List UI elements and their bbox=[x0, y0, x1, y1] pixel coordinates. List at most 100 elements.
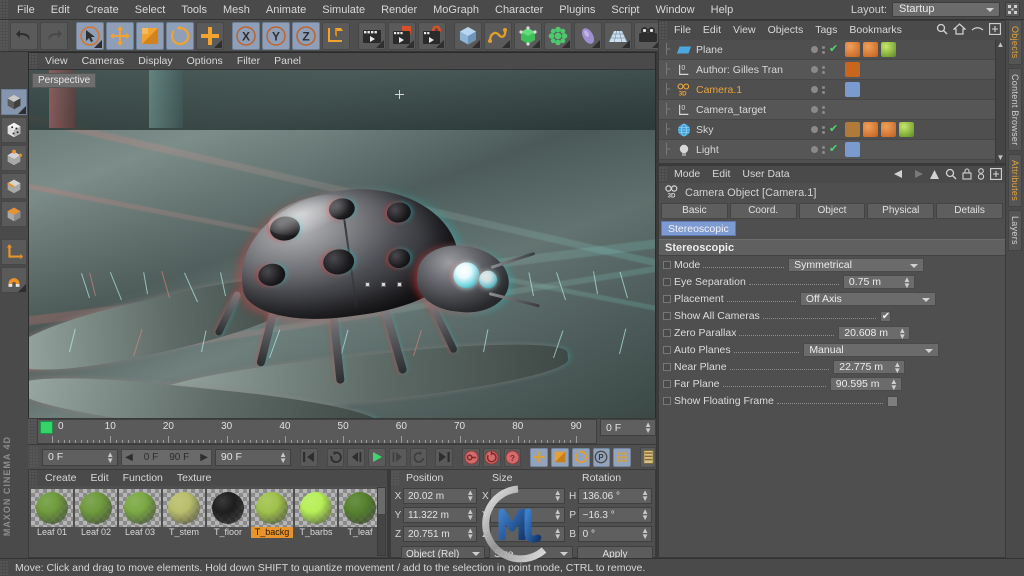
attribute-menu-mode[interactable]: Mode bbox=[668, 166, 706, 183]
play-icon[interactable] bbox=[368, 447, 386, 467]
viewport-menu-filter[interactable]: Filter bbox=[230, 53, 267, 70]
coordinate-spinner[interactable]: ▲ ▼ bbox=[554, 508, 562, 522]
object-menu-edit[interactable]: Edit bbox=[697, 21, 727, 40]
menu-help[interactable]: Help bbox=[703, 0, 742, 20]
property-anim-toggle[interactable] bbox=[663, 278, 671, 286]
axis-y-button[interactable]: Y bbox=[262, 21, 290, 50]
coordinates-gripper[interactable] bbox=[391, 471, 400, 485]
object-row[interactable]: ├ 0 Author: Gilles Tran bbox=[659, 60, 1005, 80]
home-tag[interactable] bbox=[845, 62, 860, 77]
object-visibility-dots[interactable] bbox=[811, 105, 825, 114]
coordinate-value-field[interactable]: 136.06 ° ▲ ▼ bbox=[577, 488, 652, 504]
material-menu-create[interactable]: Create bbox=[38, 470, 84, 486]
material-tag[interactable] bbox=[845, 42, 860, 57]
target-tag[interactable] bbox=[845, 142, 860, 157]
menu-simulate[interactable]: Simulate bbox=[314, 0, 373, 20]
menu-window[interactable]: Window bbox=[648, 0, 703, 20]
object-scrollbar[interactable]: ▲ ▼ bbox=[995, 40, 1005, 163]
object-row[interactable]: ├ 0 Camera_target bbox=[659, 100, 1005, 120]
coordinate-value-field[interactable]: ▲ ▼ bbox=[490, 507, 565, 523]
selection-handle[interactable] bbox=[397, 282, 402, 287]
menu-animate[interactable]: Animate bbox=[258, 0, 314, 20]
coordinate-value-field[interactable]: −16.3 ° ▲ ▼ bbox=[577, 507, 652, 523]
coordinate-value-field[interactable]: 20.751 m ▲ ▼ bbox=[403, 526, 478, 542]
end-frame-spinner[interactable]: ▲ ▼ bbox=[279, 450, 287, 464]
coordinate-spinner[interactable]: ▲ ▼ bbox=[466, 508, 474, 522]
axis-z-button[interactable]: Z bbox=[292, 21, 320, 50]
statusbar-gripper[interactable] bbox=[0, 560, 9, 575]
visible-check-icon[interactable]: ✔ bbox=[829, 144, 838, 155]
menubar-gripper[interactable] bbox=[0, 0, 9, 19]
render-visibility-dots[interactable] bbox=[822, 145, 825, 154]
timeline-icon[interactable] bbox=[640, 446, 657, 468]
viewport-menu-view[interactable]: View bbox=[38, 53, 75, 70]
axis-mode-icon[interactable] bbox=[1, 239, 27, 265]
property-dropdown[interactable]: Symmetrical bbox=[788, 258, 925, 272]
target-tag[interactable] bbox=[845, 82, 860, 97]
editor-visibility-dot[interactable] bbox=[811, 146, 818, 153]
rotate-icon[interactable] bbox=[166, 21, 194, 50]
render-visibility-dots[interactable] bbox=[822, 85, 825, 94]
menu-plugins[interactable]: Plugins bbox=[551, 0, 603, 20]
menu-edit[interactable]: Edit bbox=[43, 0, 78, 20]
render-visibility-dots[interactable] bbox=[822, 45, 825, 54]
coordinate-value-field[interactable]: ▲ ▼ bbox=[490, 526, 565, 542]
lock-icon[interactable] bbox=[962, 168, 972, 183]
start-frame-field[interactable]: 0 F ▲ ▼ bbox=[42, 448, 119, 466]
parameter-key-icon[interactable]: P bbox=[592, 447, 611, 467]
spline-icon[interactable] bbox=[484, 21, 512, 50]
deformer-icon[interactable] bbox=[544, 21, 572, 50]
model-mode-icon[interactable] bbox=[1, 89, 27, 115]
layout-grid-button[interactable] bbox=[1005, 2, 1020, 17]
search-icon[interactable] bbox=[945, 168, 957, 183]
viewport-menu-panel[interactable]: Panel bbox=[267, 53, 308, 70]
rotation-key-icon[interactable] bbox=[571, 447, 590, 467]
coordinate-spinner[interactable]: ▲ ▼ bbox=[554, 489, 562, 503]
property-anim-toggle[interactable] bbox=[663, 346, 671, 354]
selection-handle[interactable] bbox=[381, 282, 386, 287]
world-axis-icon[interactable] bbox=[322, 21, 350, 50]
viewport-menu-options[interactable]: Options bbox=[180, 53, 230, 70]
object-menu-view[interactable]: View bbox=[727, 21, 762, 40]
object-menu-file[interactable]: File bbox=[668, 21, 697, 40]
forward-arrow-icon[interactable] bbox=[911, 169, 924, 182]
dock-tab-attributes[interactable]: Attributes bbox=[1008, 154, 1022, 208]
material-item[interactable]: Leaf 03 bbox=[119, 489, 161, 541]
render-visibility-dots[interactable] bbox=[822, 125, 825, 134]
scale-key-icon[interactable] bbox=[551, 447, 569, 467]
object-visibility-dots[interactable]: ✔ bbox=[811, 44, 838, 55]
property-anim-toggle[interactable] bbox=[663, 397, 671, 405]
property-number-field[interactable]: 22.775 m ▲ ▼ bbox=[833, 360, 906, 375]
property-spinner[interactable]: ▲ ▼ bbox=[890, 378, 898, 392]
attribute-tab-details[interactable]: Details bbox=[936, 203, 1003, 219]
property-anim-toggle[interactable] bbox=[663, 295, 671, 303]
object-row[interactable]: ├ Plane ✔ bbox=[659, 40, 1005, 60]
object-menu-objects[interactable]: Objects bbox=[762, 21, 810, 40]
editor-visibility-dot[interactable] bbox=[811, 126, 818, 133]
material-item[interactable]: T_stem bbox=[163, 489, 205, 541]
editor-visibility-dot[interactable] bbox=[811, 106, 818, 113]
attribute-tab-object[interactable]: Object bbox=[798, 203, 866, 219]
material-item[interactable]: T_backg bbox=[251, 489, 293, 541]
property-checkbox[interactable] bbox=[887, 395, 899, 407]
coordinate-spinner[interactable]: ▲ ▼ bbox=[466, 489, 474, 503]
start-frame-spinner[interactable]: ▲ ▼ bbox=[106, 450, 114, 464]
property-dropdown[interactable]: Off Axis bbox=[799, 292, 936, 306]
texture-tag[interactable] bbox=[899, 122, 914, 137]
material-gripper[interactable] bbox=[29, 470, 38, 486]
property-anim-toggle[interactable] bbox=[663, 363, 671, 371]
object-menu-tags[interactable]: Tags bbox=[809, 21, 843, 40]
autokey-icon[interactable] bbox=[482, 447, 501, 467]
live-selection-icon[interactable] bbox=[76, 21, 104, 50]
expand-icon[interactable] bbox=[990, 168, 1002, 183]
render-tag[interactable] bbox=[845, 122, 860, 137]
material-item[interactable]: T_barbs bbox=[295, 489, 337, 541]
object-row[interactable]: ├ 3D Camera.1 bbox=[659, 80, 1005, 100]
render-visibility-dots[interactable] bbox=[822, 105, 825, 114]
edges-mode-icon[interactable] bbox=[1, 173, 27, 199]
render-view-icon[interactable] bbox=[358, 21, 386, 50]
search-icon[interactable] bbox=[936, 23, 948, 38]
selection-handle[interactable] bbox=[365, 282, 370, 287]
replay-icon[interactable] bbox=[409, 447, 428, 467]
property-checkbox[interactable]: ✔ bbox=[880, 310, 892, 322]
